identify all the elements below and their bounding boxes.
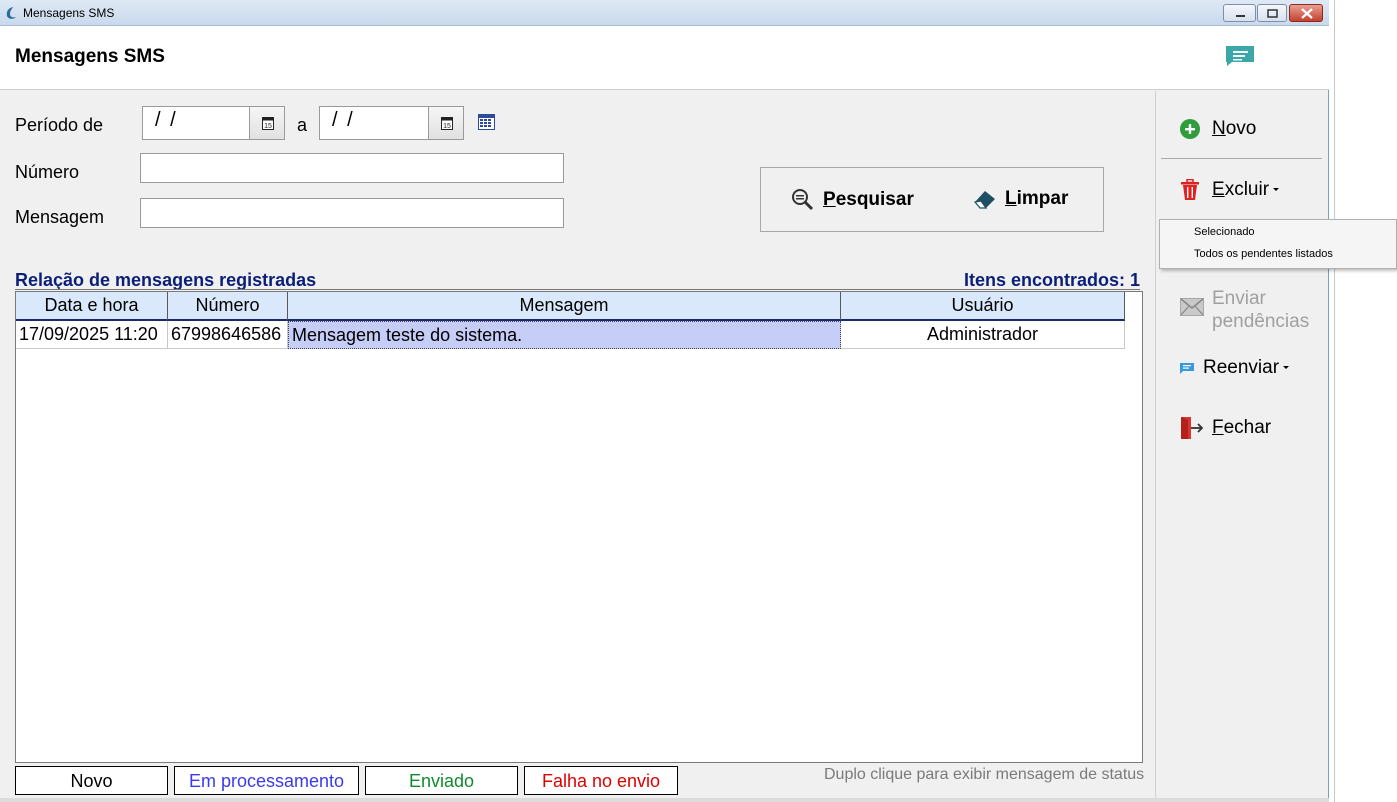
close-icon bbox=[1301, 8, 1313, 19]
plus-circle-icon bbox=[1180, 119, 1200, 139]
date-from-input[interactable]: / / bbox=[142, 106, 250, 140]
table-row[interactable]: 17/09/2025 11:20 67998646586 Mensagem te… bbox=[16, 321, 1125, 349]
reenviar-button[interactable]: Reenviar bbox=[1180, 357, 1290, 379]
fechar-rest: echar bbox=[1223, 417, 1272, 438]
restore-icon bbox=[1267, 9, 1278, 18]
cell-data-hora: 17/09/2025 11:20 bbox=[16, 321, 168, 349]
pesquisar-label: Pesquisar bbox=[823, 189, 914, 211]
close-window-button[interactable] bbox=[1289, 4, 1323, 22]
chevron-down-icon bbox=[1273, 188, 1280, 191]
menu-item-selecionado[interactable]: Selecionado bbox=[1194, 226, 1255, 238]
svg-text:15: 15 bbox=[443, 123, 451, 130]
enviar-pendencias-button[interactable]: Enviar pendências bbox=[1180, 287, 1309, 333]
exit-door-icon bbox=[1181, 417, 1204, 439]
cell-usuario: Administrador bbox=[841, 321, 1125, 349]
enviar-pendencias-label: Enviar pendências bbox=[1212, 287, 1309, 333]
page-header: Mensagens SMS bbox=[0, 26, 1329, 90]
limpar-label: Limpar bbox=[1005, 188, 1068, 210]
title-bar: Mensagens SMS bbox=[0, 0, 1329, 26]
novo-accel: N bbox=[1212, 118, 1226, 139]
cell-numero: 67998646586 bbox=[168, 321, 288, 349]
page-title: Mensagens SMS bbox=[15, 46, 165, 67]
legend-em-processamento: Em processamento bbox=[174, 766, 359, 795]
eraser-icon bbox=[973, 191, 995, 209]
limpar-accel: L bbox=[1005, 188, 1017, 209]
date-from-picker-button[interactable]: 15 bbox=[249, 106, 285, 140]
enviar-label-line2: pendências bbox=[1212, 311, 1310, 332]
novo-icon-wrap bbox=[1180, 119, 1212, 139]
trash-icon bbox=[1181, 179, 1199, 200]
window-title: Mensagens SMS bbox=[23, 6, 115, 20]
column-header-numero[interactable]: Número bbox=[168, 292, 288, 321]
mensagem-input[interactable] bbox=[140, 198, 564, 228]
numero-input[interactable] bbox=[140, 153, 564, 183]
fechar-icon-wrap bbox=[1180, 416, 1212, 440]
list-title: Relação de mensagens registradas bbox=[15, 270, 317, 290]
between-label: a bbox=[297, 115, 308, 135]
fechar-button[interactable]: Fechar bbox=[1180, 416, 1271, 440]
column-header-usuario[interactable]: Usuário bbox=[841, 292, 1125, 321]
grid-header: Data e hora Número Mensagem Usuário bbox=[16, 292, 1125, 321]
search-actions-frame: Pesquisar Limpar bbox=[760, 167, 1104, 232]
desktop-background bbox=[1329, 0, 1397, 802]
svg-text:15: 15 bbox=[264, 123, 272, 130]
messages-grid[interactable]: Data e hora Número Mensagem Usuário 17/0… bbox=[15, 291, 1143, 763]
main-window: Mensagens SMS Mensagens SMS Período de /… bbox=[0, 0, 1329, 802]
date-to-input[interactable]: / / bbox=[319, 106, 429, 140]
reenviar-label: Reenviar bbox=[1203, 357, 1280, 378]
reenviar-icon-wrap bbox=[1180, 362, 1203, 374]
pesquisar-accel: P bbox=[823, 189, 836, 210]
window-bottom-border bbox=[0, 798, 1329, 802]
minimize-button[interactable] bbox=[1223, 4, 1256, 22]
limpar-button[interactable]: Limpar bbox=[973, 188, 1068, 210]
column-header-mensagem[interactable]: Mensagem bbox=[288, 292, 841, 321]
enviar-label-line1: Enviar bbox=[1212, 288, 1266, 309]
legend-falha-no-envio: Falha no envio bbox=[524, 766, 678, 795]
enviar-icon-wrap bbox=[1180, 287, 1212, 316]
excluir-dropdown-menu: Selecionado Todos os pendentes listados bbox=[1159, 219, 1397, 269]
pesquisar-rest: esquisar bbox=[835, 189, 914, 210]
maximize-button[interactable] bbox=[1257, 4, 1287, 22]
novo-button[interactable]: Novo bbox=[1180, 118, 1256, 140]
column-header-data-hora[interactable]: Data e hora bbox=[16, 292, 168, 321]
fechar-accel: F bbox=[1212, 417, 1224, 438]
minimize-icon bbox=[1236, 15, 1245, 17]
calendar-small-icon: 15 bbox=[262, 117, 274, 130]
list-divider bbox=[15, 289, 1140, 290]
excluir-rest: xcluir bbox=[1224, 179, 1270, 200]
menu-item-todos-pendentes[interactable]: Todos os pendentes listados bbox=[1194, 248, 1333, 260]
message-icon bbox=[1180, 362, 1194, 374]
excluir-accel: E bbox=[1212, 179, 1225, 200]
calendar-small-icon: 15 bbox=[441, 117, 453, 130]
cell-mensagem: Mensagem teste do sistema. bbox=[288, 321, 841, 349]
magnifier-icon bbox=[792, 189, 814, 211]
legend-novo: Novo bbox=[15, 766, 168, 795]
desktop-edge bbox=[1334, 0, 1335, 802]
calendar-icon[interactable] bbox=[478, 114, 495, 130]
excluir-button[interactable]: Excluir bbox=[1180, 179, 1280, 201]
novo-rest: ovo bbox=[1225, 118, 1257, 139]
limpar-rest: impar bbox=[1016, 188, 1069, 209]
filter-and-list-panel: Período de / / 15 a / / 15 Número Mensag… bbox=[0, 91, 1155, 802]
excluir-label: Excluir bbox=[1212, 179, 1269, 201]
actions-sidebar: Novo Excluir Enviar pendências Reenviar … bbox=[1155, 91, 1327, 802]
chevron-down-icon bbox=[1283, 366, 1290, 369]
pesquisar-button[interactable]: Pesquisar bbox=[791, 188, 914, 212]
legend-enviado: Enviado bbox=[365, 766, 518, 795]
date-from-value: / / bbox=[155, 109, 178, 131]
periodo-label: Período de bbox=[15, 115, 104, 135]
envelope-icon bbox=[1180, 298, 1204, 316]
date-to-picker-button[interactable]: 15 bbox=[428, 106, 464, 140]
app-logo-icon bbox=[6, 7, 16, 19]
fechar-label: Fechar bbox=[1212, 417, 1271, 439]
date-to-value: / / bbox=[332, 109, 355, 131]
novo-label: Novo bbox=[1212, 118, 1256, 140]
numero-label: Número bbox=[15, 162, 80, 182]
sms-message-icon bbox=[1226, 46, 1254, 66]
items-count: Itens encontrados: 1 bbox=[963, 270, 1140, 290]
status-hint: Duplo clique para exibir mensagem de sta… bbox=[824, 766, 1145, 783]
mensagem-label: Mensagem bbox=[15, 207, 105, 227]
excluir-icon-wrap bbox=[1180, 179, 1212, 201]
